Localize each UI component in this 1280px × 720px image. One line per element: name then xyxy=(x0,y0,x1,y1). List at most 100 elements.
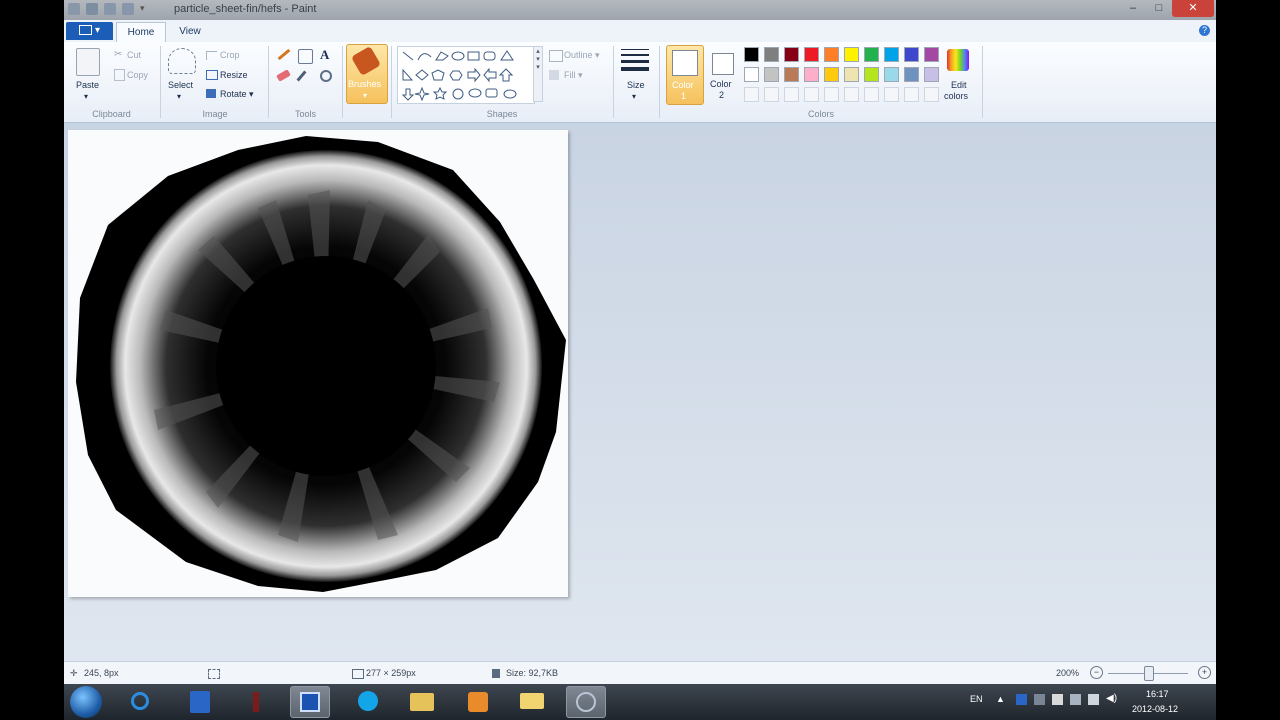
save-icon[interactable] xyxy=(86,3,98,15)
paste-chevron-icon[interactable]: ▾ xyxy=(84,92,88,101)
tab-view[interactable]: View xyxy=(168,22,212,41)
brush-icon xyxy=(350,45,382,77)
palette-color-swatch[interactable] xyxy=(764,67,779,82)
zoom-out-button[interactable]: − xyxy=(1090,666,1103,679)
palette-color-swatch[interactable] xyxy=(784,47,799,62)
select-chevron-icon[interactable]: ▾ xyxy=(177,92,181,101)
magnifier-icon[interactable] xyxy=(320,70,332,82)
color1-button[interactable]: Color 1 xyxy=(666,45,704,105)
custom-color-swatch[interactable] xyxy=(824,87,839,102)
palette-color-swatch[interactable] xyxy=(884,67,899,82)
outline-icon xyxy=(549,50,563,62)
select-icon[interactable] xyxy=(168,48,196,74)
clock-date[interactable]: 2012-08-12 xyxy=(1132,704,1178,714)
help-icon[interactable]: ? xyxy=(1199,25,1210,36)
shapes-scroll[interactable]: ▴ ▾ ▾ xyxy=(533,46,543,102)
palette-color-swatch[interactable] xyxy=(764,47,779,62)
tray-expand-icon[interactable]: ▲ xyxy=(996,694,1005,704)
tab-home[interactable]: Home xyxy=(116,22,166,42)
custom-color-swatch[interactable] xyxy=(884,87,899,102)
start-button[interactable] xyxy=(70,686,102,718)
redo-icon[interactable] xyxy=(122,3,134,15)
copy-button[interactable]: Copy xyxy=(127,70,148,80)
custom-color-swatch[interactable] xyxy=(924,87,939,102)
taskbar-ie-icon[interactable] xyxy=(120,686,160,718)
taskbar-media-icon[interactable] xyxy=(458,686,498,718)
language-indicator[interactable]: EN xyxy=(970,694,983,704)
palette-color-swatch[interactable] xyxy=(744,47,759,62)
tray-app-icon[interactable] xyxy=(1070,694,1081,705)
palette-color-swatch[interactable] xyxy=(824,47,839,62)
palette-color-swatch[interactable] xyxy=(864,67,879,82)
minimize-button[interactable]: – xyxy=(1120,0,1146,17)
taskbar-skype-icon[interactable] xyxy=(348,686,388,718)
cut-button[interactable]: Cut xyxy=(127,50,141,60)
paste-icon[interactable] xyxy=(76,48,100,76)
file-size: Size: 92,7KB xyxy=(506,668,559,678)
palette-color-swatch[interactable] xyxy=(924,47,939,62)
palette-color-swatch[interactable] xyxy=(824,67,839,82)
palette-color-swatch[interactable] xyxy=(864,47,879,62)
shapes-gallery[interactable] xyxy=(397,46,535,104)
canvas-area[interactable] xyxy=(64,123,1216,661)
volume-icon[interactable]: ◀) xyxy=(1106,693,1117,704)
palette-color-swatch[interactable] xyxy=(804,67,819,82)
outline-button[interactable]: Outline ▾ xyxy=(564,50,600,61)
brushes-button[interactable]: Brushes ▾ xyxy=(346,44,388,104)
palette-color-swatch[interactable] xyxy=(804,47,819,62)
custom-color-swatch[interactable] xyxy=(804,87,819,102)
customize-chevron-icon[interactable]: ▾ xyxy=(140,3,148,15)
taskbar-explorer-icon[interactable] xyxy=(402,686,442,718)
custom-color-swatch[interactable] xyxy=(744,87,759,102)
paint-menu-button[interactable]: ▾ xyxy=(66,22,113,40)
size-button[interactable]: Size ▾ xyxy=(619,46,651,102)
palette-color-swatch[interactable] xyxy=(924,67,939,82)
tray-app-icon[interactable] xyxy=(1034,694,1045,705)
custom-color-swatch[interactable] xyxy=(864,87,879,102)
select-button[interactable]: Select xyxy=(168,80,193,90)
ribbon-separator xyxy=(613,46,614,118)
zoom-slider-thumb[interactable] xyxy=(1144,666,1154,681)
color-picker-icon[interactable] xyxy=(296,70,307,82)
rotate-button[interactable]: Rotate ▾ xyxy=(220,89,254,100)
tray-app-icon[interactable] xyxy=(1016,694,1027,705)
palette-color-swatch[interactable] xyxy=(744,67,759,82)
palette-color-swatch[interactable] xyxy=(844,47,859,62)
tray-app-icon[interactable] xyxy=(1052,694,1063,705)
resize-button[interactable]: Resize xyxy=(220,70,248,80)
taskbar-app-icon[interactable] xyxy=(566,686,606,718)
custom-color-swatch[interactable] xyxy=(904,87,919,102)
paste-button[interactable]: Paste xyxy=(76,80,99,90)
taskbar-app-icon[interactable] xyxy=(236,686,276,718)
color2-button[interactable]: Color 2 xyxy=(706,45,740,103)
pencil-icon[interactable] xyxy=(277,48,291,61)
palette-color-swatch[interactable] xyxy=(904,47,919,62)
undo-icon[interactable] xyxy=(104,3,116,15)
palette-color-swatch[interactable] xyxy=(904,67,919,82)
custom-color-swatch[interactable] xyxy=(844,87,859,102)
app-icon[interactable] xyxy=(68,3,80,15)
drawing-canvas[interactable] xyxy=(68,130,568,597)
crop-button[interactable]: Crop xyxy=(220,50,240,60)
custom-color-swatch[interactable] xyxy=(764,87,779,102)
zoom-in-button[interactable]: + xyxy=(1198,666,1211,679)
palette-color-swatch[interactable] xyxy=(884,47,899,62)
clock-time[interactable]: 16:17 xyxy=(1146,689,1169,699)
taskbar-app-icon[interactable] xyxy=(512,686,552,718)
palette-color-swatch[interactable] xyxy=(844,67,859,82)
eraser-icon[interactable] xyxy=(276,69,291,82)
palette-color-swatch[interactable] xyxy=(784,67,799,82)
close-button[interactable]: ✕ xyxy=(1172,0,1214,17)
dark-core xyxy=(216,256,436,476)
maximize-button[interactable]: □ xyxy=(1146,0,1172,17)
file-menu-icon xyxy=(78,25,92,36)
edit-colors-button[interactable]: Edit colors xyxy=(944,46,974,104)
fill-button[interactable]: Fill ▾ xyxy=(564,70,583,81)
text-icon[interactable]: A xyxy=(320,47,329,63)
fill-bucket-icon[interactable] xyxy=(298,49,313,64)
image-group-label: Image xyxy=(202,109,228,119)
network-icon[interactable] xyxy=(1088,694,1099,705)
taskbar-paint-icon[interactable] xyxy=(290,686,330,718)
taskbar-app-icon[interactable] xyxy=(180,686,220,718)
custom-color-swatch[interactable] xyxy=(784,87,799,102)
